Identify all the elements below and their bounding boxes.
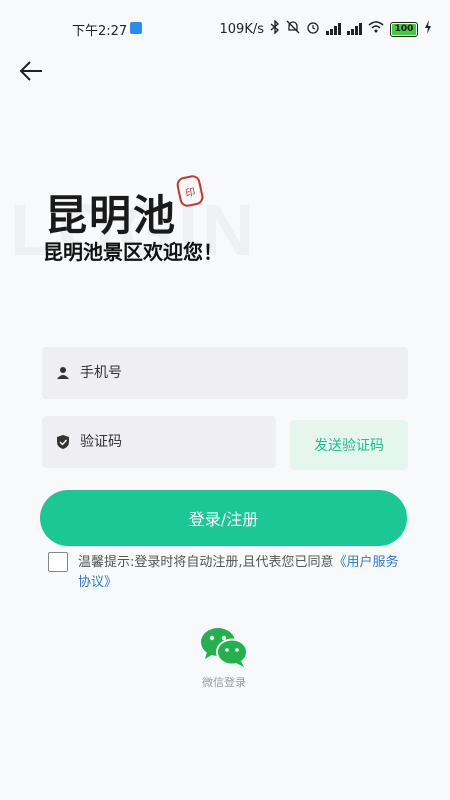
welcome-heading: 昆明池景区欢迎您！ bbox=[43, 240, 223, 264]
notification-app-icon bbox=[130, 22, 142, 34]
network-speed: 109K/s bbox=[219, 21, 265, 37]
wechat-login-label: 微信登录 bbox=[202, 676, 246, 689]
alarm-icon bbox=[306, 20, 320, 38]
back-button[interactable] bbox=[18, 58, 46, 86]
send-code-button[interactable]: 发送验证码 bbox=[290, 420, 408, 470]
bluetooth-icon bbox=[270, 19, 280, 38]
status-icons: 109K/s 100 bbox=[219, 19, 433, 38]
signal-icon-1 bbox=[326, 23, 341, 35]
login-screen: 下午2:27 109K/s 100 LOGIN 昆明池 印 昆明池景区欢迎您！ … bbox=[0, 0, 450, 800]
phone-input[interactable] bbox=[78, 364, 375, 382]
agreement-prefix: 温馨提示:登录时将自动注册,且代表您已同意 bbox=[78, 555, 334, 570]
phone-field[interactable] bbox=[42, 347, 408, 399]
shield-icon bbox=[57, 435, 69, 449]
brand-logo-title: 昆明池 bbox=[45, 191, 178, 240]
back-arrow-icon bbox=[19, 61, 42, 81]
user-icon bbox=[57, 367, 69, 379]
wechat-icon bbox=[201, 628, 248, 667]
mute-bell-icon bbox=[286, 20, 300, 38]
wechat-login-button[interactable]: 微信登录 bbox=[196, 626, 252, 690]
status-time: 下午2:27 bbox=[72, 24, 128, 39]
wifi-icon bbox=[368, 21, 384, 37]
code-field[interactable] bbox=[42, 416, 276, 468]
charging-icon bbox=[424, 20, 432, 38]
status-bar: 下午2:27 109K/s 100 bbox=[0, 18, 450, 42]
agreement-notice: 温馨提示:登录时将自动注册,且代表您已同意《用户服务协议》 bbox=[78, 553, 408, 593]
agreement-checkbox[interactable] bbox=[48, 552, 68, 572]
signal-icon-2 bbox=[347, 23, 362, 35]
code-input[interactable] bbox=[78, 433, 270, 451]
login-register-button[interactable]: 登录/注册 bbox=[40, 490, 407, 546]
battery-icon: 100 bbox=[390, 21, 418, 37]
